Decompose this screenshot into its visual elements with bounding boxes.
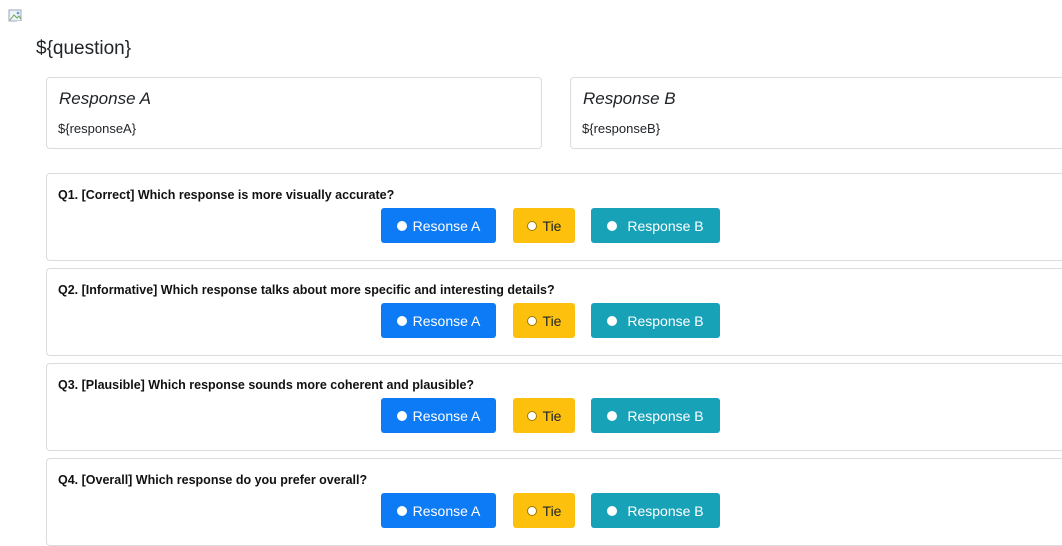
response-b-body: ${responseB} xyxy=(582,121,661,136)
q2-response-a-button[interactable]: Resonse A xyxy=(381,303,496,338)
q4-response-a-button[interactable]: Resonse A xyxy=(381,493,496,528)
response-a-body: ${responseA} xyxy=(58,121,137,136)
question-text-q1: Q1. [Correct] Which response is more vis… xyxy=(58,188,395,202)
question-card-q3: Q3. [Plausible] Which response sounds mo… xyxy=(46,363,1062,451)
radio-icon xyxy=(607,220,618,231)
question-text-q3: Q3. [Plausible] Which response sounds mo… xyxy=(58,378,475,392)
q2-tie-label: Tie xyxy=(542,312,562,329)
q4-tie-label: Tie xyxy=(542,502,562,519)
question-card-q2: Q2. [Informative] Which response talks a… xyxy=(46,268,1062,356)
question-text-q2: Q2. [Informative] Which response talks a… xyxy=(58,283,555,297)
q3-response-b-label: Response B xyxy=(627,407,704,424)
question-card-q1: Q1. [Correct] Which response is more vis… xyxy=(46,173,1062,261)
q1-response-b-label: Response B xyxy=(627,217,704,234)
q3-tie-label: Tie xyxy=(542,407,562,424)
q3-response-a-label: Resonse A xyxy=(412,407,481,424)
radio-icon xyxy=(396,410,407,421)
radio-icon xyxy=(607,315,618,326)
q1-response-b-button[interactable]: Response B xyxy=(591,208,720,243)
q1-tie-button[interactable]: Tie xyxy=(513,208,575,243)
q4-response-b-button[interactable]: Response B xyxy=(591,493,720,528)
radio-icon xyxy=(526,220,537,231)
q3-response-a-button[interactable]: Resonse A xyxy=(381,398,496,433)
q4-response-a-label: Resonse A xyxy=(412,502,481,519)
q2-response-b-button[interactable]: Response B xyxy=(591,303,720,338)
q2-response-b-label: Response B xyxy=(627,312,704,329)
q1-response-a-label: Resonse A xyxy=(412,217,481,234)
radio-icon xyxy=(396,220,407,231)
radio-icon xyxy=(526,410,537,421)
question-heading: ${question} xyxy=(36,38,132,59)
q1-tie-label: Tie xyxy=(542,217,562,234)
radio-icon xyxy=(607,410,618,421)
radio-icon xyxy=(526,505,537,516)
q2-response-a-label: Resonse A xyxy=(412,312,481,329)
q3-tie-button[interactable]: Tie xyxy=(513,398,575,433)
q4-tie-button[interactable]: Tie xyxy=(513,493,575,528)
radio-icon xyxy=(607,505,618,516)
response-a-card: Response A ${responseA} xyxy=(46,77,542,149)
radio-icon xyxy=(396,505,407,516)
response-a-title: Response A xyxy=(59,89,151,108)
question-text-q4: Q4. [Overall] Which response do you pref… xyxy=(58,473,368,487)
q3-response-b-button[interactable]: Response B xyxy=(591,398,720,433)
q4-response-b-label: Response B xyxy=(627,502,704,519)
broken-image-icon xyxy=(8,9,23,23)
question-card-q4: Q4. [Overall] Which response do you pref… xyxy=(46,458,1062,546)
response-b-title: Response B xyxy=(583,89,676,108)
q1-response-a-button[interactable]: Resonse A xyxy=(381,208,496,243)
radio-icon xyxy=(526,315,537,326)
q2-tie-button[interactable]: Tie xyxy=(513,303,575,338)
radio-icon xyxy=(396,315,407,326)
response-b-card: Response B ${responseB} xyxy=(570,77,1062,149)
